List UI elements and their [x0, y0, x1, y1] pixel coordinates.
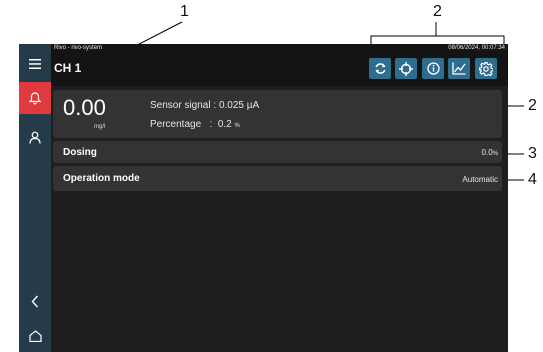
system-name: Rivo - rivo-system — [54, 45, 103, 51]
callout-2-top: 2 — [433, 3, 442, 20]
refresh-icon — [374, 63, 386, 74]
channel-title: CH 1 — [54, 61, 82, 75]
info-button[interactable] — [422, 58, 444, 79]
main-content: 0.00 mg/l Sensor signal : 0.025 µA Perce… — [51, 86, 508, 352]
menu-button[interactable] — [19, 48, 51, 80]
back-icon — [31, 295, 39, 307]
menu-icon — [29, 59, 41, 69]
alarms-button[interactable] — [19, 82, 51, 114]
dosing-value-group: 0.0% — [482, 148, 498, 157]
measurement-card[interactable]: 0.00 mg/l Sensor signal : 0.025 µA Perce… — [53, 90, 502, 138]
device-screen: Rivo - rivo-system 08/06/2024, 00:07:34 … — [19, 44, 508, 352]
percentage-value: 0.2 — [217, 119, 232, 130]
measured-unit: mg/l — [94, 124, 106, 130]
measured-value: 0.00 — [63, 95, 106, 120]
calibration-button[interactable] — [395, 58, 417, 79]
operation-mode-label: Operation mode — [63, 173, 140, 184]
dosing-label: Dosing — [63, 147, 97, 158]
operation-mode-value: Automatic — [462, 175, 498, 184]
sensor-signal-line: Sensor signal : 0.025 µA — [150, 100, 259, 111]
user-button[interactable] — [19, 121, 51, 153]
chart-icon — [452, 62, 466, 75]
callout-1: 1 — [180, 3, 189, 20]
refresh-button[interactable] — [369, 58, 391, 79]
user-icon — [29, 131, 41, 144]
header-bar: Rivo - rivo-system 08/06/2024, 00:07:34 … — [51, 44, 508, 86]
sidebar — [19, 44, 51, 352]
sensor-signal-label: Sensor signal : — [150, 100, 219, 111]
home-button[interactable] — [19, 320, 51, 352]
home-icon — [28, 330, 42, 342]
info-icon — [426, 62, 440, 75]
percentage-label: Percentage : — [150, 119, 218, 130]
dosing-row[interactable]: Dosing 0.0% — [53, 141, 502, 163]
trend-chart-button[interactable] — [448, 58, 470, 79]
callout-3: 3 — [528, 145, 537, 162]
crosshair-icon — [399, 61, 413, 76]
operation-mode-row[interactable]: Operation mode Automatic — [53, 166, 502, 191]
callout-4: 4 — [528, 171, 537, 188]
settings-button[interactable] — [475, 58, 497, 79]
dosing-unit: % — [492, 151, 498, 157]
callout-2-right: 2 — [528, 97, 537, 114]
percentage-unit: % — [234, 123, 240, 129]
sensor-signal-value: 0.025 µA — [218, 100, 260, 111]
back-button[interactable] — [19, 285, 51, 317]
dosing-value: 0.0 — [481, 148, 493, 157]
percentage-line: Percentage : 0.2 % — [150, 119, 240, 130]
bell-icon — [29, 91, 41, 104]
date-time: 08/06/2024, 00:07:34 — [448, 45, 505, 51]
gear-icon — [479, 61, 493, 76]
